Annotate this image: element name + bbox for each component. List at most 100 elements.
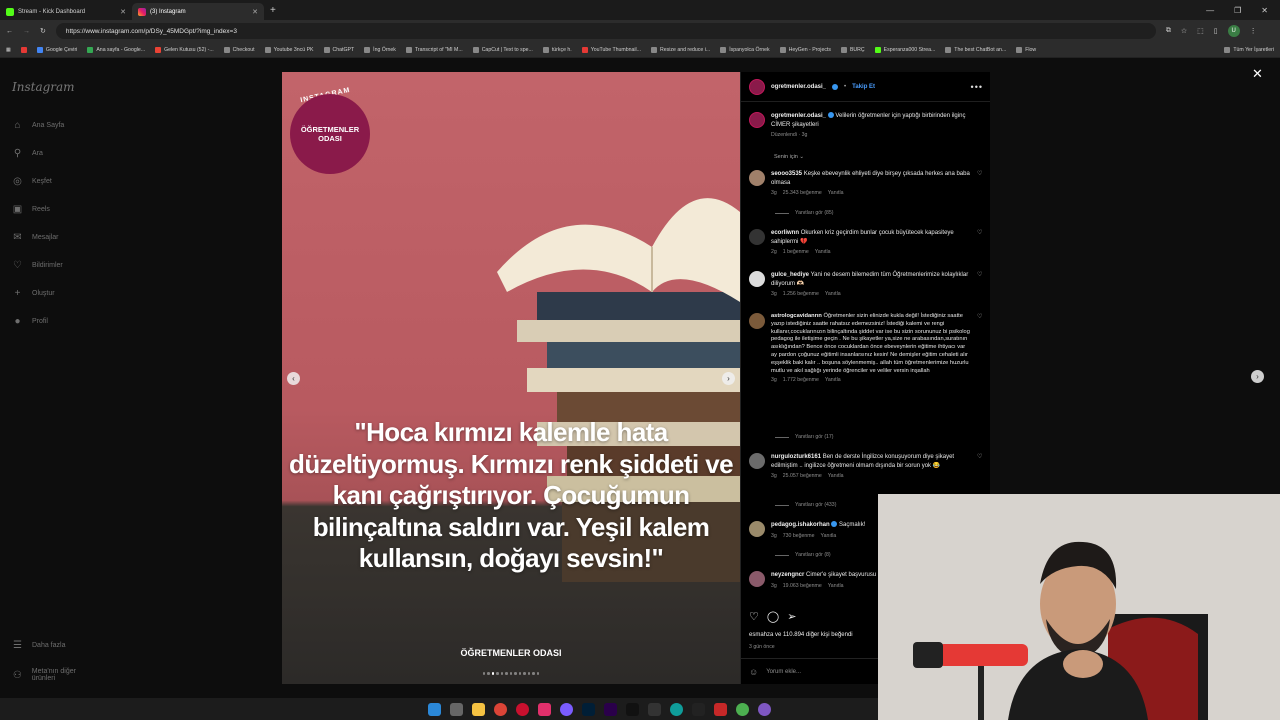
new-tab-button[interactable]: + [264, 5, 282, 16]
file-explorer-icon[interactable] [471, 702, 485, 716]
instagram-app-icon[interactable] [537, 702, 551, 716]
bookmark[interactable] [20, 46, 27, 53]
caption-user[interactable]: ogretmenler.odasi_ [771, 113, 826, 119]
acrobat-icon[interactable] [713, 702, 727, 716]
view-replies[interactable]: Yanıtları gör (85) [775, 210, 834, 216]
comment-likes[interactable]: 1 beğenme [783, 248, 809, 257]
star-icon[interactable]: ☆ [1181, 27, 1187, 35]
comment-user[interactable]: neyzengncr [771, 572, 804, 578]
instagram-logo[interactable]: Instagram [12, 80, 75, 94]
reply-button[interactable]: Yanıtla [821, 532, 837, 541]
avatar[interactable] [749, 453, 765, 469]
follow-button[interactable]: Takip Et [852, 84, 875, 90]
reply-button[interactable]: Yanıtla [828, 189, 844, 198]
like-comment-icon[interactable]: ♡ [977, 313, 985, 385]
sort-dropdown[interactable]: Senin için ⌄ [774, 154, 804, 160]
nav-profile[interactable]: ● Profil [12, 316, 47, 327]
opera-icon[interactable] [515, 702, 529, 716]
nav-create[interactable]: + Oluştur [12, 288, 55, 299]
nav-notifications[interactable]: ♡ Bildirimler [12, 260, 63, 271]
avatar[interactable] [749, 521, 765, 537]
forward-icon[interactable]: → [23, 28, 30, 35]
avatar[interactable] [749, 112, 765, 128]
nav-explore[interactable]: ◎ Keşfet [12, 176, 52, 187]
reload-icon[interactable]: ↻ [40, 27, 46, 35]
capcut-icon[interactable] [647, 702, 661, 716]
capcut-alt-icon[interactable] [691, 702, 705, 716]
reply-button[interactable]: Yanıtla [828, 582, 844, 591]
photoshop-icon[interactable] [581, 702, 595, 716]
messenger-icon[interactable] [559, 702, 573, 716]
comment-input[interactable]: Yorum ekle... [766, 669, 801, 675]
avatar[interactable] [749, 170, 765, 186]
comment-user[interactable]: astrologcavidanrın [771, 313, 822, 319]
like-icon[interactable]: ♡ [749, 610, 759, 623]
prev-slide-button[interactable]: ‹ [287, 372, 300, 385]
like-comment-icon[interactable]: ♡ [977, 170, 985, 198]
comment-user[interactable]: ecorliwnn [771, 230, 799, 236]
close-icon[interactable]: ✕ [120, 8, 126, 16]
apps-icon[interactable]: ▦ [6, 47, 11, 53]
close-icon[interactable]: ✕ [1252, 66, 1263, 82]
bookmark[interactable]: Checkout [223, 46, 255, 53]
bookmark[interactable]: YouTube Thumbnail... [581, 46, 641, 53]
edge-icon[interactable] [669, 702, 683, 716]
restore-icon[interactable]: ❐ [1234, 6, 1241, 15]
windows-start-icon[interactable] [427, 702, 441, 716]
like-comment-icon[interactable]: ♡ [977, 271, 985, 299]
bookmark-folder[interactable]: Youtube 3ncü PK [264, 46, 314, 53]
nav-reels[interactable]: ▣ Reels [12, 204, 50, 215]
menu-icon[interactable]: ⋮ [1250, 27, 1257, 35]
nav-meta[interactable]: ⚇ Meta'nın diğer ürünleri [12, 668, 100, 682]
bookmark[interactable]: Transcript of "MI M... [405, 46, 463, 53]
post-username[interactable]: ogretmenler.odasi_ [771, 84, 826, 90]
emoji-icon[interactable]: ☺ [749, 667, 758, 677]
comment-likes[interactable]: 25.057 beğenme [783, 472, 822, 481]
tiktok-icon[interactable] [625, 702, 639, 716]
tab-kick[interactable]: Stream - Kick Dashboard ✕ [0, 3, 132, 20]
bookmark-folder[interactable]: türkçe h. [542, 46, 572, 53]
bookmark[interactable]: The best ChatBot an... [945, 46, 1006, 53]
close-icon[interactable]: ✕ [252, 8, 258, 16]
minimize-icon[interactable]: — [1206, 6, 1214, 15]
like-comment-icon[interactable]: ♡ [977, 453, 985, 481]
bookmark[interactable]: CapCut | Text to spe... [472, 46, 533, 53]
nav-messages[interactable]: ✉ Mesajlar [12, 232, 58, 243]
reply-button[interactable]: Yanıtla [825, 290, 841, 299]
view-replies[interactable]: Yanıtları gör (17) [775, 434, 834, 440]
comment-likes[interactable]: 1.256 beğenme [783, 290, 819, 299]
avatar[interactable] [749, 313, 765, 329]
chrome-active-icon[interactable] [735, 702, 749, 716]
reply-button[interactable]: Yanıtla [828, 472, 844, 481]
comment-likes[interactable]: 19.063 beğenme [783, 582, 822, 591]
avatar[interactable] [749, 271, 765, 287]
profile-avatar[interactable]: U [1227, 25, 1240, 37]
share-icon[interactable]: ➢ [787, 610, 796, 623]
view-replies[interactable]: Yanıtları gör (8) [775, 552, 831, 558]
like-comment-icon[interactable]: ♡ [977, 229, 985, 257]
comment-likes[interactable]: 730 beğenme [783, 532, 815, 541]
avatar[interactable] [749, 571, 765, 587]
next-post-button[interactable]: › [1251, 370, 1264, 383]
reply-button[interactable]: Yanıtla [825, 377, 841, 385]
bookmark[interactable]: Gelen Kutusu (52) -... [155, 46, 214, 53]
tab-instagram[interactable]: (3) Instagram ✕ [132, 3, 264, 20]
back-icon[interactable]: ← [6, 28, 13, 35]
sidebar-icon[interactable]: ▯ [1214, 27, 1218, 35]
bookmark-folder[interactable]: İng Örnek [364, 46, 396, 53]
bookmark[interactable]: Google Çeviri [36, 46, 77, 53]
nav-search[interactable]: ⚲ Ara [12, 148, 43, 159]
comment-likes[interactable]: 25.343 beğenme [783, 189, 822, 198]
nav-home[interactable]: ⌂ Ana Sayfa [12, 120, 64, 131]
cast-icon[interactable]: ⧉ [1166, 27, 1171, 35]
premiere-icon[interactable] [603, 702, 617, 716]
bookmark[interactable]: ChatGPT [323, 46, 354, 53]
address-bar[interactable]: https://www.instagram.com/p/DSy_45MDGpt/… [55, 23, 1156, 39]
task-view-icon[interactable] [449, 702, 463, 716]
comment-icon[interactable]: ◯ [767, 610, 779, 623]
more-options-icon[interactable]: ••• [971, 82, 983, 92]
comment-user[interactable]: seooo3535 [771, 171, 802, 177]
bookmark[interactable]: HeyGen - Projects [779, 46, 831, 53]
view-replies[interactable]: Yanıtları gör (433) [775, 502, 836, 508]
comment-likes[interactable]: 1.772 beğenme [783, 377, 819, 385]
